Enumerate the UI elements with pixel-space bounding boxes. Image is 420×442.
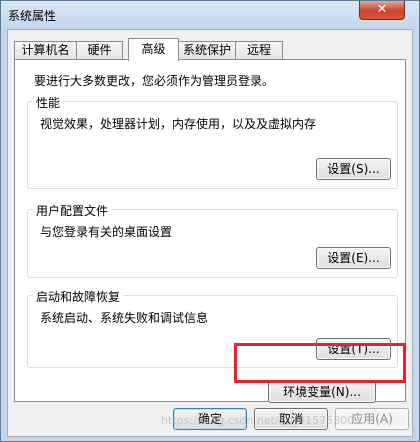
performance-group: 性能 视觉效果，处理器计划，内存使用，以及及虚拟内存 设置(S)...: [27, 94, 398, 189]
title-bar[interactable]: 系统属性 ✕: [1, 1, 419, 29]
system-properties-window: 系统属性 ✕ 计算机名 硬件 高级 系统保护 远程 要进行大多数更改，您必须作为…: [0, 0, 420, 442]
env-vars-highlight-box: [234, 343, 406, 383]
admin-notice: 要进行大多数更改，您必须作为管理员登录。: [34, 74, 275, 88]
performance-settings-button[interactable]: 设置(S)...: [316, 158, 391, 180]
performance-description: 视觉效果，处理器计划，内存使用，以及及虚拟内存: [40, 117, 317, 131]
close-button[interactable]: ✕: [359, 1, 405, 20]
user-profiles-description: 与您登录有关的桌面设置: [40, 225, 173, 239]
environment-variables-button[interactable]: 环境变量(N)...: [268, 381, 376, 403]
startup-recovery-group-title: 启动和故障恢复: [33, 288, 124, 305]
tab-advanced[interactable]: 高级: [128, 38, 179, 61]
user-profiles-group: 用户配置文件 与您登录有关的桌面设置 设置(E)...: [27, 202, 398, 278]
performance-group-title: 性能: [33, 94, 64, 111]
tab-system-protection[interactable]: 系统保护: [178, 41, 236, 60]
startup-recovery-description: 系统启动、系统失败和调试信息: [40, 311, 209, 325]
window-title: 系统属性: [8, 9, 57, 23]
close-icon: ✕: [376, 2, 388, 17]
tab-remote[interactable]: 远程: [235, 41, 283, 60]
tab-computer-name[interactable]: 计算机名: [14, 41, 77, 60]
user-profiles-settings-button[interactable]: 设置(E)...: [316, 247, 391, 269]
user-profiles-group-title: 用户配置文件: [33, 202, 112, 219]
watermark: https://blog.csdn.net/qq_41575300: [161, 414, 355, 427]
tab-hardware[interactable]: 硬件: [76, 41, 123, 60]
